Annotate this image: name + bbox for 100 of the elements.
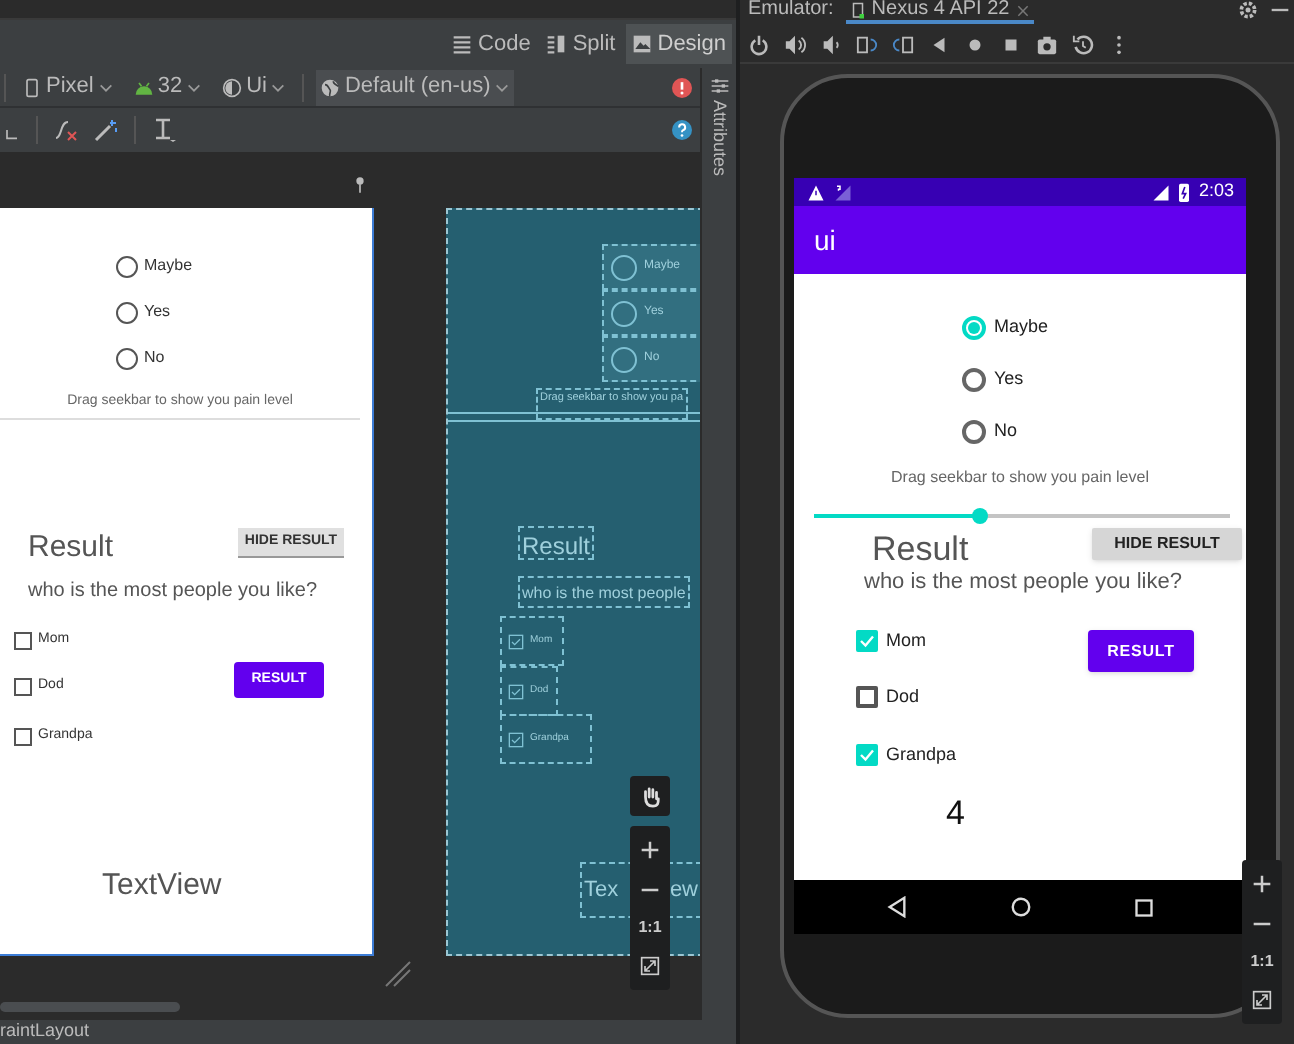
radio-label: No [144,346,165,370]
android-icon [133,77,154,97]
radio-label: No [994,418,1018,444]
app-title: ui [814,221,836,259]
radio-outline-icon [610,345,638,373]
hide-result-button[interactable]: HIDE RESULT [1092,528,1242,560]
checkbox[interactable] [14,631,32,650]
split-icon [546,34,567,54]
caret-icon [494,79,511,95]
fit-screen-button[interactable] [1248,986,1276,1014]
home-icon[interactable] [1009,896,1032,918]
blueprint-label: Tex [584,875,619,906]
sliders-icon[interactable] [709,76,729,96]
device-tab[interactable]: Nexus 4 API 22 [845,0,1034,24]
snapshot-icon[interactable] [1072,33,1094,55]
resize-handle-icon[interactable] [384,960,412,988]
signal-icon [1152,183,1171,201]
pin-icon[interactable] [354,176,366,196]
radio-button[interactable] [116,255,138,277]
help-icon[interactable] [672,120,692,140]
radio-button[interactable] [116,301,138,323]
checkbox[interactable] [14,677,32,696]
clock-text: 2:03 [1198,178,1234,205]
attributes-tab[interactable]: Attributes [710,100,728,177]
radio-button[interactable] [962,315,986,340]
image-icon [631,34,652,54]
result-button[interactable]: RESULT [1088,630,1194,672]
count-text: 4 [946,796,965,830]
checkbox-outline-icon [508,633,524,649]
checkbox[interactable] [856,630,878,653]
breadcrumb-text: raintLayout [0,1018,90,1044]
radio-label: Yes [994,366,1024,392]
radio-outline-icon [610,253,638,281]
close-icon[interactable] [1015,3,1030,17]
rotate-left-icon[interactable] [856,33,878,55]
result-title: Result [28,532,114,562]
clear-constraints-icon[interactable] [54,118,78,142]
checkbox-label: Grandpa [886,742,957,768]
view-mode-tab[interactable]: Split [540,24,622,64]
zoom-in-button[interactable] [1248,870,1276,898]
checkbox[interactable] [14,727,32,746]
result-title: Result [872,532,969,566]
back-icon[interactable] [928,33,950,55]
settings-icon[interactable] [1238,0,1258,20]
radio-button[interactable] [116,347,138,369]
api-dropdown[interactable]: 32 [129,69,207,105]
plus-icon [1252,874,1272,894]
text-cursor-icon[interactable] [152,118,176,142]
check-icon [858,746,876,765]
error-icon[interactable] [672,77,692,97]
blueprint-label: Result [518,526,595,560]
volume-down-icon[interactable] [820,33,842,55]
hand-icon [639,785,661,807]
checkbox-label: Mom [886,628,926,654]
check-icon [858,632,876,651]
fit-screen-button[interactable] [636,952,664,980]
radio-label: Maybe [994,314,1049,340]
theme-dropdown[interactable]: Ui [218,69,291,105]
seekbar-thumb[interactable] [972,508,989,524]
back-icon[interactable] [885,896,908,918]
fit-screen-icon [640,956,660,976]
radio-button[interactable] [962,419,986,444]
device-icon [849,1,866,19]
checkbox-outline-icon [508,731,524,747]
caret-icon [186,79,203,95]
magic-wand-icon[interactable] [94,118,118,142]
checkbox-label: Dod [886,684,920,710]
device-dropdown[interactable]: Pixel [18,69,118,105]
fit-screen-icon [1252,990,1272,1010]
checkbox-outline-icon [508,683,524,699]
blueprint-label: who is the most people [518,576,690,608]
phone-icon [22,77,42,97]
theme-icon [222,77,243,97]
view-mode-tab[interactable]: Design [625,24,732,64]
radio-label: Yes [144,300,171,324]
emulator-label: Emulator: [748,0,834,20]
overview-icon[interactable] [1134,897,1155,917]
caret-icon [97,79,114,95]
rotate-right-icon[interactable] [892,33,914,55]
locale-dropdown[interactable]: Default (en-us) [316,69,515,105]
power-icon[interactable] [748,33,770,55]
hint-text: Drag seekbar to show you pain level [891,468,1149,486]
actual-size-button[interactable]: 1:1 [638,916,662,940]
volume-up-icon[interactable] [784,33,806,55]
view-mode-tab[interactable]: Code [446,24,537,64]
camera-icon[interactable] [1036,33,1058,55]
pan-button[interactable] [630,776,670,816]
globe-icon [320,77,341,97]
radio-outline-icon [610,299,638,327]
checkbox[interactable] [856,686,878,709]
actual-size-button[interactable]: 1:1 [1250,950,1274,974]
lines-icon [452,34,473,54]
radio-label: Maybe [144,254,193,278]
radio-button[interactable] [962,367,986,392]
question-text: who is the most people you like? [28,578,318,606]
checkbox[interactable] [856,744,878,767]
text-view: TextView [102,870,222,900]
warning-icon [806,183,826,201]
zoom-in-button[interactable] [636,836,664,864]
plus-icon [640,840,660,860]
